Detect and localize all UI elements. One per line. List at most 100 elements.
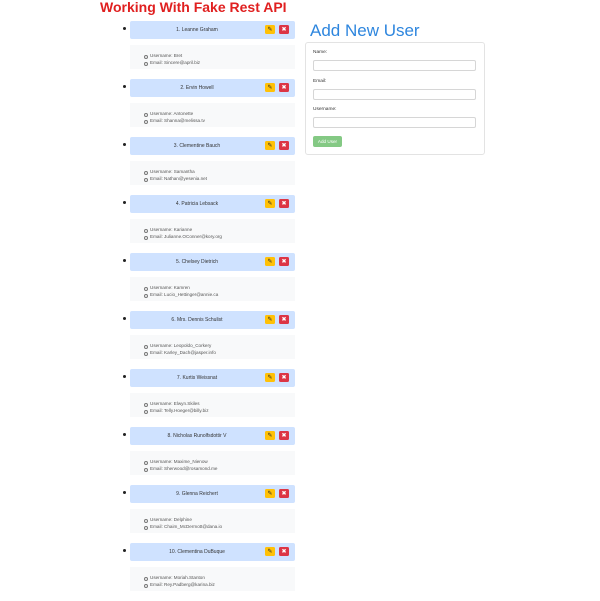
close-icon: ✖	[281, 432, 287, 439]
user-list-item: 7. Kurtis Weissnat ✎ ✖ Username: Elwyn.S…	[0, 369, 300, 427]
user-details: Username: Bret Email: Sincere@april.biz	[130, 45, 295, 69]
user-email: Email: Shanna@melissa.tv	[144, 118, 205, 124]
edit-user-button[interactable]: ✎	[265, 257, 275, 266]
user-name: 3. Clementine Bauch	[173, 143, 221, 149]
pencil-icon: ✎	[267, 432, 273, 439]
pencil-icon: ✎	[267, 548, 273, 555]
delete-user-button[interactable]: ✖	[279, 257, 289, 266]
email-field[interactable]	[313, 89, 476, 100]
user-email: Email: Karley_Dach@jasper.info	[144, 350, 216, 356]
user-header: 1. Leanne Graham ✎ ✖	[130, 21, 295, 39]
add-user-button[interactable]: Add User	[313, 136, 342, 147]
delete-user-button[interactable]: ✖	[279, 489, 289, 498]
username-field[interactable]	[313, 117, 476, 128]
close-icon: ✖	[281, 26, 287, 33]
edit-user-button[interactable]: ✎	[265, 25, 275, 34]
delete-user-button[interactable]: ✖	[279, 547, 289, 556]
user-details: Username: Antonette Email: Shanna@meliss…	[130, 103, 295, 127]
user-username: Username: Kamren	[144, 285, 190, 291]
user-email: Email: Julianne.OConner@kory.org	[144, 234, 222, 240]
delete-user-button[interactable]: ✖	[279, 199, 289, 208]
user-name: 7. Kurtis Weissnat	[176, 375, 218, 381]
user-details: Username: Maxime_Nienow Email: Sherwood@…	[130, 451, 295, 475]
user-username: Username: Elwyn.Skiles	[144, 401, 200, 407]
app-title: Working With Fake Rest API	[100, 0, 287, 15]
edit-user-button[interactable]: ✎	[265, 315, 275, 324]
list-bullet	[123, 317, 126, 320]
user-details: Username: Kamren Email: Lucio_Hettinger@…	[130, 277, 295, 301]
user-header: 4. Patricia Lebsack ✎ ✖	[130, 195, 295, 213]
name-label: Name:	[313, 50, 328, 55]
user-username: Username: Samantha	[144, 169, 195, 175]
user-header: 8. Nicholas Runolfsdottir V ✎ ✖	[130, 427, 295, 445]
user-header: 9. Glenna Reichert ✎ ✖	[130, 485, 295, 503]
user-list-item: 5. Chelsey Dietrich ✎ ✖ Username: Kamren…	[0, 253, 300, 311]
close-icon: ✖	[281, 548, 287, 555]
pencil-icon: ✎	[267, 142, 273, 149]
close-icon: ✖	[281, 374, 287, 381]
list-bullet	[123, 143, 126, 146]
user-list-item: 6. Mrs. Dennis Schulist ✎ ✖ Username: Le…	[0, 311, 300, 369]
delete-user-button[interactable]: ✖	[279, 83, 289, 92]
user-list: 1. Leanne Graham ✎ ✖ Username: Bret Emai…	[0, 21, 300, 601]
close-icon: ✖	[281, 142, 287, 149]
username-label: Username:	[313, 107, 337, 112]
user-header: 6. Mrs. Dennis Schulist ✎ ✖	[130, 311, 295, 329]
delete-user-button[interactable]: ✖	[279, 373, 289, 382]
user-list-item: 1. Leanne Graham ✎ ✖ Username: Bret Emai…	[0, 21, 300, 79]
list-bullet	[123, 259, 126, 262]
user-username: Username: Karianne	[143, 227, 193, 233]
user-email: Email: Sherwood@rosamond.me	[143, 466, 218, 472]
user-username: Username: Antonette	[143, 111, 194, 117]
close-icon: ✖	[281, 258, 287, 265]
pencil-icon: ✎	[267, 374, 273, 381]
user-email: Email: Rey.Padberg@karina.biz	[144, 582, 215, 588]
user-username: Username: Bret	[143, 53, 183, 59]
user-header: 10. Clementina DuBuque ✎ ✖	[130, 543, 295, 561]
user-username: Username: Maxime_Nienow	[144, 459, 208, 465]
list-bullet	[123, 549, 126, 552]
user-details: Username: Samantha Email: Nathan@yesenia…	[130, 161, 295, 185]
user-details: Username: Moriah.Stanton Email: Rey.Padb…	[130, 567, 295, 591]
list-bullet	[123, 85, 126, 88]
user-header: 5. Chelsey Dietrich ✎ ✖	[130, 253, 295, 271]
list-bullet	[123, 375, 126, 378]
user-details: Username: Elwyn.Skiles Email: Telly.Hoeg…	[130, 393, 295, 417]
user-email: Email: Sincere@april.biz	[143, 60, 201, 66]
email-label: Email:	[313, 79, 327, 84]
user-username: Username: Moriah.Stanton	[144, 575, 205, 581]
close-icon: ✖	[281, 316, 287, 323]
edit-user-button[interactable]: ✎	[265, 141, 275, 150]
edit-user-button[interactable]: ✎	[265, 199, 275, 208]
user-email: Email: Nathan@yesenia.net	[143, 176, 208, 182]
list-bullet	[123, 433, 126, 436]
user-header: 7. Kurtis Weissnat ✎ ✖	[130, 369, 295, 387]
delete-user-button[interactable]: ✖	[279, 141, 289, 150]
close-icon: ✖	[281, 490, 287, 497]
pencil-icon: ✎	[267, 26, 273, 33]
delete-user-button[interactable]: ✖	[279, 25, 289, 34]
edit-user-button[interactable]: ✎	[265, 373, 275, 382]
delete-user-button[interactable]: ✖	[279, 431, 289, 440]
add-user-heading: Add New User	[310, 21, 420, 40]
user-header: 2. Ervin Howell ✎ ✖	[130, 79, 295, 97]
user-name: 8. Nicholas Runolfsdottir V	[167, 433, 227, 439]
pencil-icon: ✎	[267, 316, 273, 323]
user-name: 1. Leanne Graham	[176, 27, 218, 33]
delete-user-button[interactable]: ✖	[279, 315, 289, 324]
list-bullet	[123, 27, 126, 30]
user-list-item: 3. Clementine Bauch ✎ ✖ Username: Samant…	[0, 137, 300, 195]
edit-user-button[interactable]: ✎	[265, 489, 275, 498]
edit-user-button[interactable]: ✎	[265, 431, 275, 440]
user-name: 9. Glenna Reichert	[176, 491, 218, 497]
user-name: 5. Chelsey Dietrich	[176, 259, 218, 265]
user-list-item: 4. Patricia Lebsack ✎ ✖ Username: Karian…	[0, 195, 300, 253]
user-header: 3. Clementine Bauch ✎ ✖	[130, 137, 295, 155]
name-field[interactable]	[313, 60, 476, 71]
close-icon: ✖	[281, 84, 287, 91]
user-email: Email: Chaim_McDermott@dana.io	[143, 524, 223, 530]
user-list-item: 2. Ervin Howell ✎ ✖ Username: Antonette …	[0, 79, 300, 137]
edit-user-button[interactable]: ✎	[265, 547, 275, 556]
edit-user-button[interactable]: ✎	[265, 83, 275, 92]
user-username: Username: Delphine	[144, 517, 192, 523]
